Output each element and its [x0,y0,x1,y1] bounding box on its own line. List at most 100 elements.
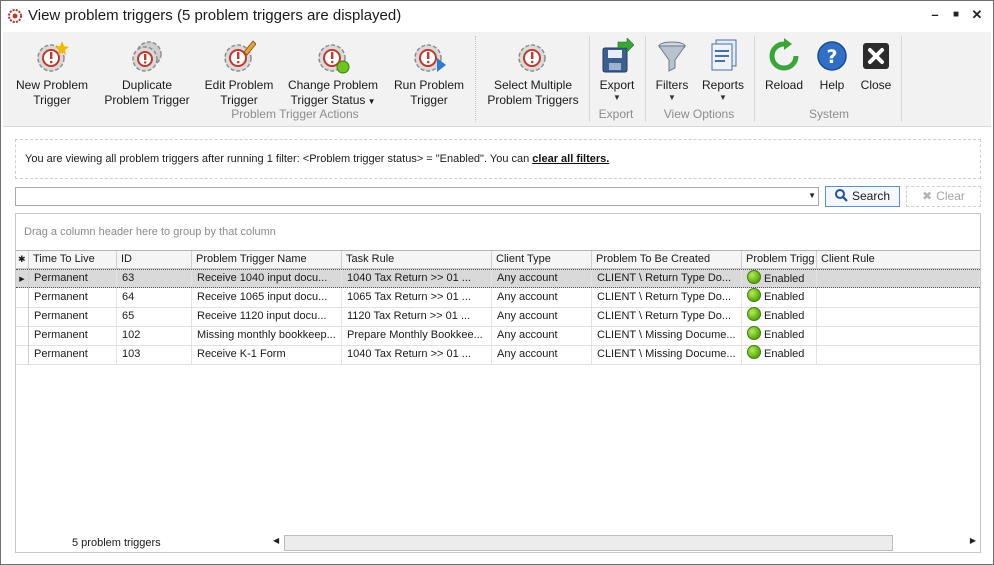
group-label-view-options: View Options [663,107,735,121]
cell-problem-trigger-name: Missing monthly bookkeep... [192,326,342,345]
reports-document-icon [711,39,737,71]
column-header-client-rule[interactable]: Client Rule [817,251,980,268]
close-button[interactable]: Close [855,36,897,93]
help-button[interactable]: ? Help [811,36,853,93]
column-header-problem-trigger-status[interactable]: Problem Trigg [742,251,817,268]
horizontal-scrollbar[interactable]: ◀ ▶ [271,534,980,551]
filters-button[interactable]: Filters ▼ [651,36,693,103]
cell-client-rule [817,288,980,307]
cell-task-rule-text: 1040 Tax Return >> 01 ... [347,272,471,284]
grid-footer: 5 problem triggers ◀ ▶ [16,534,980,552]
cell-problem-trigger-name: Receive 1120 input docu... [192,307,342,326]
row-indicator-icon [16,288,29,307]
cell-time-to-live-text: Permanent [34,348,88,360]
table-row[interactable]: ▶ Permanent 63 Receive 1040 input docu... 10… [16,269,980,289]
table-row[interactable]: Permanent 65 Receive 1120 input docu... 112… [16,307,980,327]
cell-client-type-text: Any account [497,348,558,360]
edit-trigger-label-1: Edit Problem [204,78,274,92]
cell-time-to-live-text: Permanent [34,329,88,341]
enabled-status-icon [747,326,761,340]
column-header-time-to-live[interactable]: Time To Live [29,251,117,268]
cell-task-rule-text: Prepare Monthly Bookkee... [347,329,483,341]
cell-task-rule: 1120 Tax Return >> 01 ... [342,307,492,326]
duplicate-trigger-icon [132,41,162,72]
main-window: View problem triggers (5 problem trigger… [0,0,994,565]
record-count: 5 problem triggers [72,537,161,549]
clear-x-icon: ✖ [922,189,933,203]
cell-time-to-live: Permanent [29,288,117,307]
select-multiple-label-1: Select Multiple [493,78,573,92]
cell-problem-to-be-created-text: CLIENT \ Return Type Do... [597,272,732,284]
run-problem-trigger-button[interactable]: Run Problem Trigger [389,36,469,108]
cell-problem-trigger-name: Receive 1040 input docu... [192,270,342,287]
reload-label: Reload [764,78,804,92]
search-input[interactable]: ▼ [15,187,819,206]
cell-status: Enabled [742,270,817,287]
reports-button[interactable]: Reports ▼ [699,36,747,103]
scrollbar-thumb[interactable] [284,535,893,551]
edit-problem-trigger-button[interactable]: Edit Problem Trigger [201,36,277,108]
enabled-status-icon [747,345,761,359]
new-problem-trigger-button[interactable]: New Problem Trigger [11,36,93,108]
search-dropdown-icon[interactable]: ▼ [808,191,816,200]
table-row[interactable]: Permanent 102 Missing monthly bookkeep... P… [16,326,980,346]
enabled-status-icon [747,270,761,284]
column-header-client-type[interactable]: Client Type [492,251,592,268]
clear-button[interactable]: ✖ Clear [906,186,981,207]
help-label: Help [819,78,845,92]
change-status-label-1: Change Problem [287,78,379,92]
clear-all-filters-link[interactable]: clear all filters. [532,153,609,165]
window-close-button[interactable]: ✕ [967,6,987,24]
minimize-button[interactable]: – [925,6,945,24]
cell-problem-trigger-name-text: Receive K-1 Form [197,348,286,360]
cell-client-rule [817,270,980,287]
scroll-right-icon[interactable]: ▶ [970,536,976,545]
group-label-problem-trigger-actions: Problem Trigger Actions [231,107,359,121]
cell-client-type-text: Any account [497,310,558,322]
cell-id-text: 64 [122,291,135,303]
cell-problem-trigger-name-text: Receive 1040 input docu... [197,272,328,284]
cell-status: Enabled [742,326,817,345]
new-trigger-label-1: New Problem [15,78,89,92]
table-row[interactable]: Permanent 103 Receive K-1 Form 1040 Tax Ret… [16,345,980,365]
duplicate-problem-trigger-button[interactable]: Duplicate Problem Trigger [100,36,194,108]
cell-time-to-live: Permanent [29,326,117,345]
column-header-problem-to-be-created[interactable]: Problem To Be Created [592,251,742,268]
app-gear-icon [8,9,22,23]
new-trigger-label-2: Trigger [33,93,71,107]
cell-id: 102 [117,326,192,345]
run-trigger-label-2: Trigger [410,93,448,107]
ribbon-toolbar: New Problem Trigger Duplicate Problem Tr… [3,32,991,127]
cell-id: 65 [117,307,192,326]
maximize-button[interactable]: ■ [946,6,966,24]
group-by-panel[interactable]: Drag a column header here to group by th… [16,214,980,251]
search-button[interactable]: Search [825,186,900,207]
cell-id-text: 103 [122,348,141,360]
cell-problem-to-be-created: CLIENT \ Return Type Do... [592,270,742,287]
run-trigger-label-1: Run Problem [393,78,465,92]
cell-client-rule [817,326,980,345]
cell-id: 103 [117,345,192,364]
cell-task-rule-text: 1065 Tax Return >> 01 ... [347,291,471,303]
cell-status: Enabled [742,288,817,307]
reload-button[interactable]: Reload [761,36,807,93]
change-status-icon [318,44,350,74]
change-problem-trigger-status-button[interactable]: Change Problem Trigger Status ▼ [283,36,383,109]
cell-problem-to-be-created: CLIENT \ Missing Docume... [592,326,742,345]
column-header-id[interactable]: ID [117,251,192,268]
column-header-problem-trigger-name[interactable]: Problem Trigger Name [192,251,342,268]
magnifier-icon [834,189,848,208]
cell-problem-trigger-name: Receive 1065 input docu... [192,288,342,307]
cell-client-type: Any account [492,345,592,364]
window-title: View problem triggers (5 problem trigger… [28,7,402,24]
table-row[interactable]: Permanent 64 Receive 1065 input docu... 106… [16,288,980,308]
change-status-label-2: Trigger Status [290,93,366,107]
column-header-task-rule[interactable]: Task Rule [342,251,492,268]
cell-client-type: Any account [492,307,592,326]
row-indicator-icon [16,307,29,326]
cell-status-text: Enabled [764,291,805,303]
export-button[interactable]: Export ▼ [595,36,639,103]
scroll-left-icon[interactable]: ◀ [273,536,279,545]
select-multiple-problem-triggers-button[interactable]: Select Multiple Problem Triggers [483,36,583,108]
close-label: Close [860,78,892,92]
